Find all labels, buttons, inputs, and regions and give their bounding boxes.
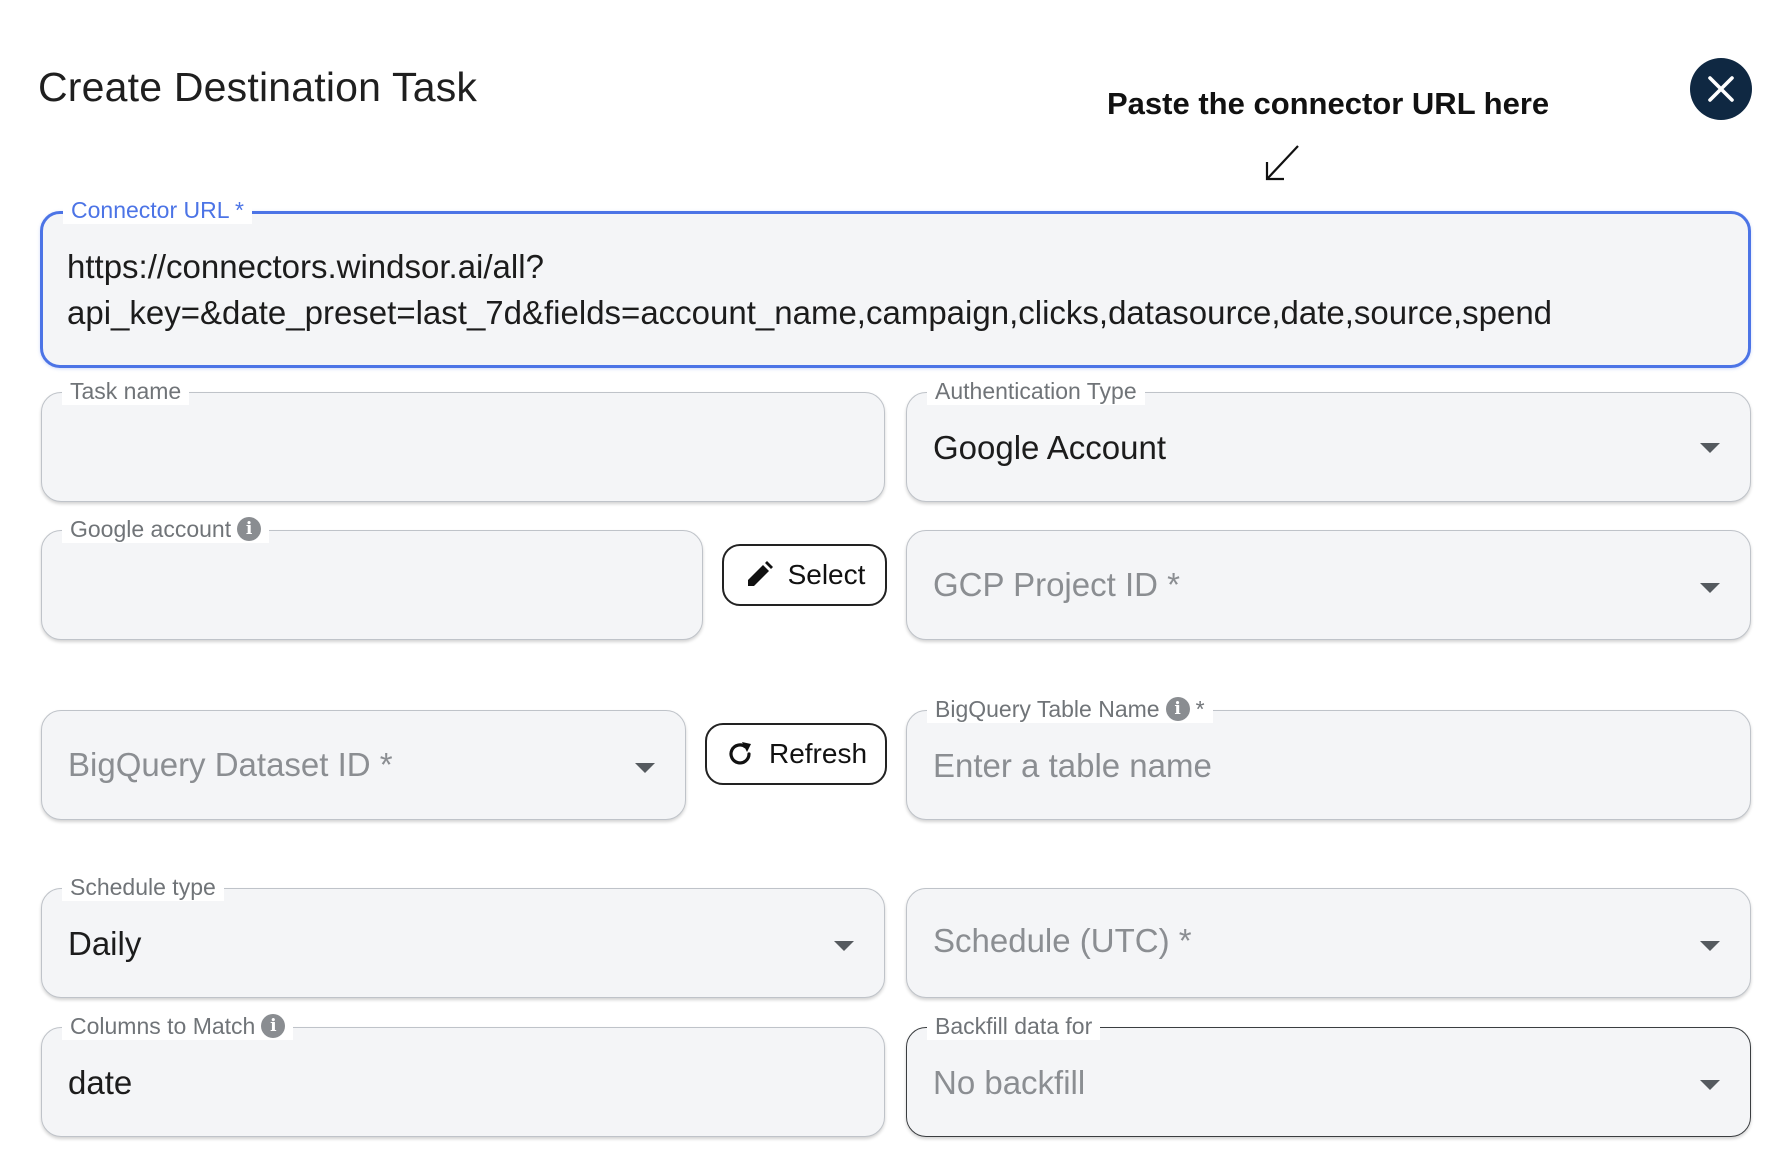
backfill-data-select[interactable]: Backfill data for No backfill (906, 1012, 1751, 1137)
arrow-down-left-icon (1265, 145, 1299, 181)
hint-text: Paste the connector URL here (1107, 86, 1550, 121)
schedule-type-label: Schedule type (62, 873, 224, 901)
info-icon[interactable]: i (237, 517, 262, 541)
refresh-button-label: Refresh (768, 738, 868, 769)
close-button[interactable] (1690, 58, 1752, 120)
bigquery-dataset-id-select[interactable]: BigQuery Dataset ID * (41, 710, 686, 820)
authentication-type-select[interactable]: Authentication Type Google Account (906, 377, 1751, 502)
task-name-input[interactable]: Task name (41, 377, 885, 502)
connector-url-line-2: api_key=&date_preset=last_7d&fields=acco… (67, 294, 1553, 331)
backfill-data-label: Backfill data for (927, 1012, 1101, 1040)
select-button-label: Select (787, 559, 866, 590)
pencil-icon (747, 561, 773, 586)
bigquery-table-name-label: BigQuery Table Name i * (927, 695, 1213, 723)
google-account-input[interactable]: Google account i (41, 515, 703, 640)
bigquery-table-name-input[interactable]: BigQuery Table Name i * Enter a table na… (906, 695, 1751, 820)
chevron-down-icon (1700, 583, 1720, 593)
authentication-type-label: Authentication Type (927, 377, 1145, 405)
chevron-down-icon (834, 941, 854, 951)
chevron-down-icon (1700, 941, 1720, 951)
dialog-title: Create Destination Task (38, 64, 478, 110)
connector-url-label: Connector URL * (63, 196, 253, 224)
task-name-label: Task name (62, 377, 190, 405)
google-account-label: Google account i (62, 515, 270, 543)
refresh-button[interactable]: Refresh (705, 723, 887, 785)
close-icon (1708, 76, 1734, 102)
schedule-utc-placeholder: Schedule (UTC) * (933, 922, 1192, 959)
connector-url-line-1: https://connectors.windsor.ai/all? (67, 248, 544, 285)
columns-to-match-value: date (68, 1064, 133, 1101)
columns-to-match-input[interactable]: Columns to Match i date (41, 1012, 885, 1137)
columns-to-match-label: Columns to Match i (62, 1012, 294, 1040)
chevron-down-icon (635, 763, 655, 773)
gcp-project-id-select[interactable]: GCP Project ID * (906, 530, 1751, 640)
bigquery-dataset-id-placeholder: BigQuery Dataset ID * (68, 746, 393, 783)
schedule-type-select[interactable]: Schedule type Daily (41, 873, 885, 998)
schedule-type-value: Daily (68, 925, 142, 962)
backfill-data-value: No backfill (933, 1064, 1086, 1101)
refresh-icon (729, 742, 751, 765)
schedule-utc-select[interactable]: Schedule (UTC) * (906, 888, 1751, 998)
connector-url-field[interactable]: Connector URL * https://connectors.winds… (40, 196, 1751, 368)
authentication-type-value: Google Account (933, 429, 1166, 466)
chevron-down-icon (1700, 443, 1720, 453)
select-button[interactable]: Select (722, 544, 887, 606)
bigquery-table-name-placeholder: Enter a table name (933, 747, 1212, 784)
gcp-project-id-placeholder: GCP Project ID * (933, 566, 1180, 603)
chevron-down-icon (1700, 1080, 1720, 1090)
info-icon[interactable]: i (1165, 697, 1190, 721)
info-icon[interactable]: i (261, 1014, 286, 1038)
